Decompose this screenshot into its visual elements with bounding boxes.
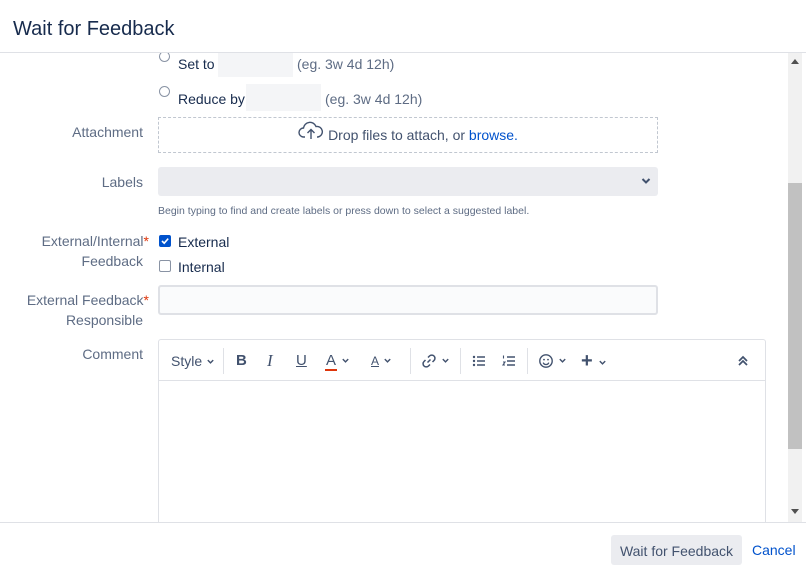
scroll-up-icon[interactable] [791,59,799,64]
internal-label: Internal [178,259,225,275]
browse-link[interactable]: browse. [469,127,518,143]
more-formatting-button[interactable]: A [371,350,392,372]
cloud-upload-icon [298,119,324,153]
style-dropdown[interactable]: Style [171,350,215,372]
toolbar-separator [460,348,461,374]
emoji-icon [539,354,553,368]
dialog-footer: Wait for Feedback Cancel [0,522,806,571]
labels-label: Labels [101,174,143,190]
feedback-responsible-input[interactable] [158,285,658,315]
reduce-by-label: Reduce by [178,91,245,107]
comment-label: Comment [82,346,143,362]
toolbar-separator [527,348,528,374]
comment-editor[interactable]: Style B I U A A + [158,339,766,522]
insert-button[interactable]: + [581,350,607,372]
bold-button[interactable]: B [236,350,247,372]
attachment-text: Drop files to attach, or [328,127,466,143]
external-label: External [178,234,230,250]
chevron-down-icon [559,358,566,363]
attachment-dropzone[interactable]: Drop files to attach, or browse. [158,117,658,153]
bullet-list-button[interactable] [471,350,487,372]
toolbar-separator [223,348,224,374]
reduce-by-hint: (eg. 3w 4d 12h) [325,91,423,107]
bullet-list-icon [472,355,485,367]
chevron-down-icon [342,358,349,363]
chevron-down-icon [640,174,652,192]
set-to-hint: (eg. 3w 4d 12h) [297,56,395,72]
editor-toolbar: Style B I U A A + [159,340,765,381]
attachment-label: Attachment [72,124,143,140]
toolbar-separator [410,348,411,374]
cancel-link[interactable]: Cancel [752,542,796,558]
numbered-list-icon [501,355,515,366]
text-color-button[interactable]: A [325,350,350,372]
feedback-type-label: External/Internal* Feedback [41,233,149,269]
dialog-body: Set to (eg. 3w 4d 12h) Reduce by (eg. 3w… [0,53,788,522]
set-to-radio[interactable] [159,53,170,62]
dialog-title: Wait for Feedback [13,18,175,40]
chevron-down-icon [384,358,391,363]
dialog-header: Wait for Feedback [0,0,806,53]
collapse-toolbar-button[interactable] [737,350,749,372]
chevron-down-icon [207,359,214,364]
feedback-responsible-label: External Feedback* Responsible [26,292,149,328]
underline-button[interactable]: U [296,350,307,372]
external-checkbox[interactable] [159,235,171,247]
labels-help-text: Begin typing to find and create labels o… [158,205,530,217]
emoji-button[interactable] [538,350,567,372]
link-button[interactable] [421,350,450,372]
italic-button[interactable]: I [267,350,273,372]
reduce-by-radio[interactable] [159,86,170,97]
internal-checkbox[interactable] [159,260,171,272]
wait-for-feedback-button[interactable]: Wait for Feedback [611,535,742,565]
scroll-down-icon[interactable] [791,509,799,514]
numbered-list-button[interactable] [501,350,517,372]
reduce-by-input[interactable] [246,84,321,111]
link-icon [422,354,436,368]
chevron-down-icon [599,360,606,365]
chevron-down-icon [442,358,449,363]
dialog-scrollbar[interactable] [788,53,802,522]
set-to-label: Set to [178,56,215,72]
labels-select[interactable] [158,167,658,196]
scrollbar-thumb[interactable] [788,183,802,449]
set-to-input[interactable] [218,53,293,77]
collapse-icon [738,355,748,366]
